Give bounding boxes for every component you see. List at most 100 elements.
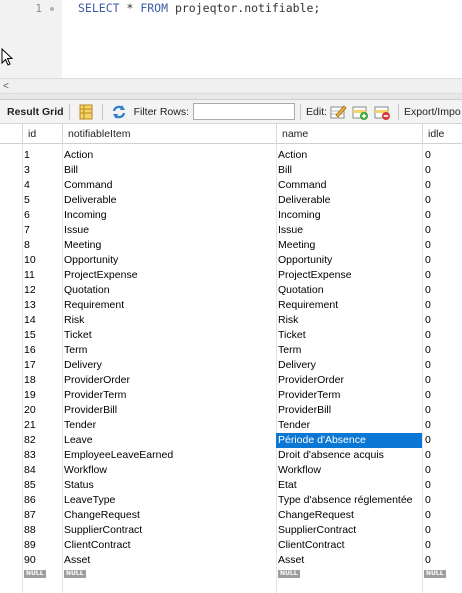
cell-name[interactable]: Période d'Absence xyxy=(276,433,422,448)
cell-notifiableitem[interactable]: Opportunity xyxy=(62,253,276,268)
cell-name[interactable]: ProviderBill xyxy=(276,403,422,418)
cell-id[interactable]: 88 xyxy=(22,523,62,538)
cell-idle[interactable]: 0 xyxy=(423,223,462,238)
cell-name[interactable]: Asset xyxy=(276,553,422,568)
cell-idle[interactable]: 0 xyxy=(423,358,462,373)
cell-id[interactable]: 16 xyxy=(22,343,62,358)
table-row[interactable]: 19 ProviderTerm ProviderTerm 0 xyxy=(0,388,462,403)
cell-id[interactable]: 83 xyxy=(22,448,62,463)
column-header-name[interactable]: name xyxy=(276,124,422,144)
table-row[interactable]: 15 Ticket Ticket 0 xyxy=(0,328,462,343)
cell-notifiableitem[interactable]: Ticket xyxy=(62,328,276,343)
cell-name[interactable]: Delivery xyxy=(276,358,422,373)
cell-idle[interactable]: 0 xyxy=(423,538,462,553)
cell-notifiableitem[interactable]: ProviderOrder xyxy=(62,373,276,388)
table-row[interactable]: 10 Opportunity Opportunity 0 xyxy=(0,253,462,268)
cell-name[interactable]: ChangeRequest xyxy=(276,508,422,523)
column-header-notifiableitem[interactable]: notifiableItem xyxy=(62,124,276,144)
cell-idle[interactable]: 0 xyxy=(423,298,462,313)
cell-id[interactable]: 18 xyxy=(22,373,62,388)
grid-view-icon[interactable] xyxy=(77,103,95,121)
cell-idle[interactable]: 0 xyxy=(423,268,462,283)
cell-idle[interactable]: 0 xyxy=(423,523,462,538)
cell-idle[interactable]: 0 xyxy=(423,148,462,163)
add-row-icon[interactable] xyxy=(351,103,369,121)
cell-idle[interactable]: 0 xyxy=(423,178,462,193)
table-row[interactable]: 1 Action Action 0 xyxy=(0,148,462,163)
cell-name[interactable]: Opportunity xyxy=(276,253,422,268)
cell-notifiableitem[interactable]: Term xyxy=(62,343,276,358)
table-row[interactable]: 89 ClientContract ClientContract 0 xyxy=(0,538,462,553)
cell-name[interactable]: Requirement xyxy=(276,298,422,313)
cell-notifiableitem[interactable]: LeaveType xyxy=(62,493,276,508)
cell-idle[interactable]: 0 xyxy=(423,193,462,208)
cell-idle[interactable]: 0 xyxy=(423,388,462,403)
table-row[interactable]: 87 ChangeRequest ChangeRequest 0 xyxy=(0,508,462,523)
cell-id[interactable]: 82 xyxy=(22,433,62,448)
cell-name[interactable]: Meeting xyxy=(276,238,422,253)
cell-name[interactable]: Command xyxy=(276,178,422,193)
cell-notifiableitem[interactable]: Status xyxy=(62,478,276,493)
table-row[interactable]: 14 Risk Risk 0 xyxy=(0,313,462,328)
cell-idle[interactable]: 0 xyxy=(423,208,462,223)
cell-id[interactable]: 1 xyxy=(22,148,62,163)
cell-id[interactable]: 15 xyxy=(22,328,62,343)
cell-id[interactable]: 10 xyxy=(22,253,62,268)
cell-notifiableitem[interactable]: Meeting xyxy=(62,238,276,253)
cell-id[interactable]: 89 xyxy=(22,538,62,553)
cell-id[interactable]: 5 xyxy=(22,193,62,208)
cell-name[interactable]: Deliverable xyxy=(276,193,422,208)
cell-notifiableitem[interactable]: Incoming xyxy=(62,208,276,223)
cell-notifiableitem[interactable]: Leave xyxy=(62,433,276,448)
cell-notifiableitem[interactable]: Action xyxy=(62,148,276,163)
cell-name[interactable]: Term xyxy=(276,343,422,358)
cell-notifiableitem[interactable]: Issue xyxy=(62,223,276,238)
table-row[interactable]: 12 Quotation Quotation 0 xyxy=(0,283,462,298)
cell-name[interactable]: ClientContract xyxy=(276,538,422,553)
table-row[interactable]: 86 LeaveType Type d'absence réglementée 0 xyxy=(0,493,462,508)
cell-idle[interactable]: 0 xyxy=(423,283,462,298)
cell-id[interactable]: 14 xyxy=(22,313,62,328)
cell-notifiableitem[interactable]: Requirement xyxy=(62,298,276,313)
cell-idle[interactable]: 0 xyxy=(423,163,462,178)
cell-id[interactable]: 84 xyxy=(22,463,62,478)
cell-id[interactable]: 13 xyxy=(22,298,62,313)
cell-name[interactable]: Workflow xyxy=(276,463,422,478)
cell-name[interactable]: Type d'absence réglementée xyxy=(276,493,422,508)
cell-id[interactable]: 17 xyxy=(22,358,62,373)
cell-notifiableitem[interactable]: Workflow xyxy=(62,463,276,478)
table-row[interactable]: 3 Bill Bill 0 xyxy=(0,163,462,178)
cell-name[interactable]: Issue xyxy=(276,223,422,238)
cell-id[interactable]: 19 xyxy=(22,388,62,403)
table-row[interactable]: 82 Leave Période d'Absence 0 xyxy=(0,433,462,448)
cell-notifiableitem[interactable]: EmployeeLeaveEarned xyxy=(62,448,276,463)
cell-idle[interactable]: 0 xyxy=(423,313,462,328)
export-import-label[interactable]: Export/Impo xyxy=(404,106,461,118)
sql-editor[interactable]: 1 SELECT * FROM projeqtor.notifiable; xyxy=(0,0,462,78)
table-row[interactable]: 83 EmployeeLeaveEarned Droit d'absence acq… xyxy=(0,448,462,463)
cell-name[interactable]: ProviderOrder xyxy=(276,373,422,388)
refresh-icon[interactable] xyxy=(110,103,128,121)
column-header-id[interactable]: id xyxy=(22,124,62,144)
cell-name[interactable]: ProviderTerm xyxy=(276,388,422,403)
cell-idle[interactable]: 0 xyxy=(423,253,462,268)
cell-name[interactable]: Tender xyxy=(276,418,422,433)
cell-id[interactable]: 7 xyxy=(22,223,62,238)
cell-notifiableitem[interactable]: Risk xyxy=(62,313,276,328)
cell-name[interactable]: Action xyxy=(276,148,422,163)
cell-name[interactable]: Droit d'absence acquis xyxy=(276,448,422,463)
cell-notifiableitem[interactable]: Deliverable xyxy=(62,193,276,208)
cell-notifiableitem[interactable]: ProjectExpense xyxy=(62,268,276,283)
cell-id[interactable]: 86 xyxy=(22,493,62,508)
cell-notifiableitem[interactable]: Quotation xyxy=(62,283,276,298)
table-row[interactable]: 5 Deliverable Deliverable 0 xyxy=(0,193,462,208)
cell-idle[interactable]: 0 xyxy=(423,508,462,523)
cell-id[interactable]: 3 xyxy=(22,163,62,178)
cell-id[interactable]: 21 xyxy=(22,418,62,433)
cell-name[interactable]: Etat xyxy=(276,478,422,493)
table-row[interactable]: 21 Tender Tender 0 xyxy=(0,418,462,433)
cell-notifiableitem[interactable]: Delivery xyxy=(62,358,276,373)
cell-name[interactable]: Quotation xyxy=(276,283,422,298)
scroll-left-icon[interactable]: < xyxy=(3,81,9,92)
table-row[interactable]: 8 Meeting Meeting 0 xyxy=(0,238,462,253)
